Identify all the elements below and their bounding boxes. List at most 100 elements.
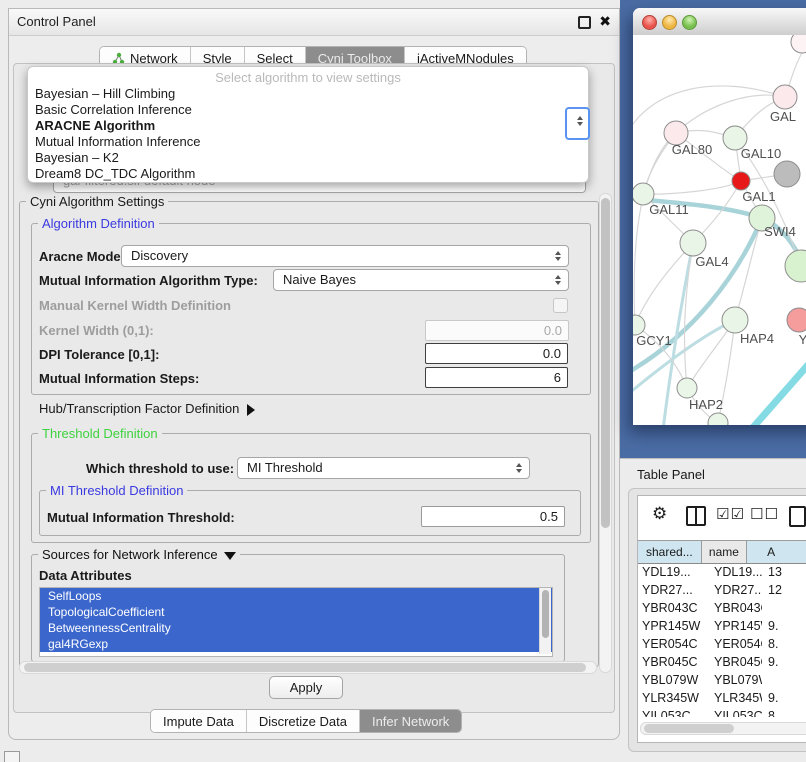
network-node-label: HAP4 [740, 331, 774, 346]
table-row[interactable]: YDL19... YDL19... 13 [638, 563, 806, 581]
table-horizontal-scrollbar[interactable] [640, 722, 806, 735]
dropdown-item[interactable]: Mutual Information Inference [35, 134, 200, 149]
column-header-name[interactable]: name [702, 541, 747, 563]
combo-arrows-icon [555, 251, 561, 261]
network-node[interactable] [787, 308, 806, 332]
network-node-label: GAL11 [649, 202, 689, 217]
mac-minimize-button[interactable] [662, 15, 677, 30]
tab-infer-network[interactable]: Infer Network [360, 710, 461, 732]
settings-horizontal-scrollbar[interactable] [19, 661, 597, 674]
network-edge[interactable] [633, 86, 785, 130]
dropdown-item-selected[interactable]: ARACNE Algorithm [35, 118, 155, 133]
network-node[interactable] [680, 230, 706, 256]
sources-toggle[interactable]: Sources for Network Inference [38, 547, 240, 562]
attribute-item[interactable]: TopologicalCoefficient [40, 604, 552, 620]
network-node[interactable] [774, 161, 800, 187]
apply-button[interactable]: Apply [269, 676, 343, 699]
aracne-mode-value: Discovery [131, 248, 188, 263]
settings-vertical-scrollbar[interactable] [599, 193, 612, 673]
deselect-all-checkboxes-icon[interactable]: ☐☐ [750, 505, 779, 523]
table-row[interactable]: YLR345W YLR345W 9. [638, 689, 806, 707]
data-attributes-label: Data Attributes [39, 568, 132, 583]
dpi-tolerance-label: DPI Tolerance [0,1]: [39, 347, 159, 362]
mac-zoom-button[interactable] [682, 15, 697, 30]
network-node[interactable] [722, 307, 748, 333]
which-threshold-label: Which threshold to use: [86, 461, 234, 476]
table-panel-frame: ⚙ ☑☑ ☐☐ shared... name A YDL19... YDL19.… [628, 488, 806, 752]
network-node-label: Y [799, 332, 806, 347]
network-node[interactable] [633, 315, 645, 335]
network-window-titlebar[interactable] [633, 8, 806, 36]
network-edge[interactable] [749, 357, 806, 425]
network-edge[interactable] [643, 181, 741, 194]
table-row[interactable]: YPR145W YPR145W 9. [638, 617, 806, 635]
dpi-tolerance-field[interactable]: 0.0 [425, 343, 568, 364]
focused-combobox-fragment[interactable] [565, 107, 590, 140]
column-header-shared-name[interactable]: shared... [638, 541, 702, 563]
mi-steps-field[interactable]: 6 [425, 367, 568, 388]
control-panel-titlebar[interactable]: Control Panel ✖ [9, 9, 619, 36]
network-svg[interactable]: GALGAL80GAL10GAL1GAL11SWI4GAL4HAP4YGCY1H… [633, 35, 806, 425]
gear-icon[interactable]: ⚙ [652, 504, 667, 524]
expand-right-icon [247, 404, 255, 416]
dropdown-item[interactable]: Bayesian – K2 [35, 150, 119, 165]
screen: Control Panel ✖ Network Style Select Cyn… [0, 0, 806, 762]
table-row[interactable]: YDR27... YDR27... 12 [638, 581, 806, 599]
dropdown-item[interactable]: Basic Correlation Inference [35, 102, 192, 117]
docked-panel-icon[interactable] [4, 751, 20, 762]
mi-type-label: Mutual Information Algorithm Type: [39, 273, 258, 288]
table-row[interactable]: YBR043C YBR043C [638, 599, 806, 617]
network-node-label: GAL80 [672, 142, 712, 157]
table-row[interactable]: YIL053C YIL053C 8. [638, 707, 806, 717]
tab-infer-network-label: Infer Network [372, 714, 449, 729]
control-panel-title: Control Panel [17, 14, 96, 29]
data-attributes-list[interactable]: SelfLoops TopologicalCoefficient Between… [39, 587, 553, 657]
mi-threshold-field[interactable]: 0.5 [421, 506, 565, 527]
column-header-partial[interactable]: A [747, 541, 806, 563]
network-node[interactable] [732, 172, 750, 190]
mac-close-button[interactable] [642, 15, 657, 30]
network-node-label: GAL [770, 109, 796, 124]
aracne-mode-label: Aracne Mode: [39, 249, 125, 264]
network-node[interactable] [677, 378, 697, 398]
mi-type-combobox[interactable]: Naive Bayes [273, 269, 569, 291]
tab-discretize-data-label: Discretize Data [259, 714, 347, 729]
list-scrollbar[interactable] [539, 588, 551, 654]
which-threshold-combobox[interactable]: MI Threshold [237, 457, 530, 479]
close-icon[interactable]: ✖ [599, 13, 611, 30]
kernel-width-field[interactable]: 0.0 [425, 320, 569, 341]
tab-impute-data-label: Impute Data [163, 714, 234, 729]
network-view-window: GALGAL80GAL10GAL1GAL11SWI4GAL4HAP4YGCY1H… [633, 8, 806, 425]
attribute-item[interactable]: BetweennessCentrality [40, 620, 552, 636]
network-node[interactable] [773, 85, 797, 109]
table-row[interactable]: YBR045C YBR045C 9. [638, 653, 806, 671]
table-panel-title: Table Panel [637, 467, 705, 482]
network-node[interactable] [708, 413, 728, 425]
mi-threshold-group-title: MI Threshold Definition [46, 483, 187, 498]
split-columns-icon[interactable] [686, 506, 706, 526]
network-edge[interactable] [735, 218, 762, 320]
dropdown-item[interactable]: Bayesian – Hill Climbing [35, 86, 175, 101]
hub-definition-toggle[interactable]: Hub/Transcription Factor Definition [39, 401, 255, 416]
attribute-item[interactable]: gal4RGexp [40, 636, 552, 652]
tab-impute-data[interactable]: Impute Data [151, 710, 247, 732]
network-node-label: GAL10 [741, 146, 781, 161]
table-row[interactable]: YBL079W YBL079W [638, 671, 806, 689]
float-window-icon[interactable] [578, 16, 591, 29]
network-edge[interactable] [634, 133, 676, 325]
threshold-definition-title: Threshold Definition [38, 426, 162, 441]
network-node[interactable] [785, 250, 806, 282]
network-node-label: SWI4 [764, 224, 796, 239]
mi-steps-label: Mutual Information Steps: [39, 371, 199, 386]
mi-threshold-label: Mutual Information Threshold: [47, 510, 235, 525]
new-column-icon[interactable] [789, 506, 806, 527]
attribute-item[interactable]: SelfLoops [40, 588, 552, 604]
aracne-mode-combobox[interactable]: Discovery [121, 245, 569, 267]
tab-discretize-data[interactable]: Discretize Data [247, 710, 360, 732]
dropdown-item[interactable]: Dream8 DC_TDC Algorithm [35, 166, 195, 181]
network-node[interactable] [791, 35, 806, 53]
select-all-checkboxes-icon[interactable]: ☑☑ [716, 505, 745, 523]
table-row[interactable]: YER054C YER054C 8. [638, 635, 806, 653]
collapse-down-icon [224, 552, 236, 560]
manual-kernel-checkbox[interactable] [553, 298, 568, 313]
